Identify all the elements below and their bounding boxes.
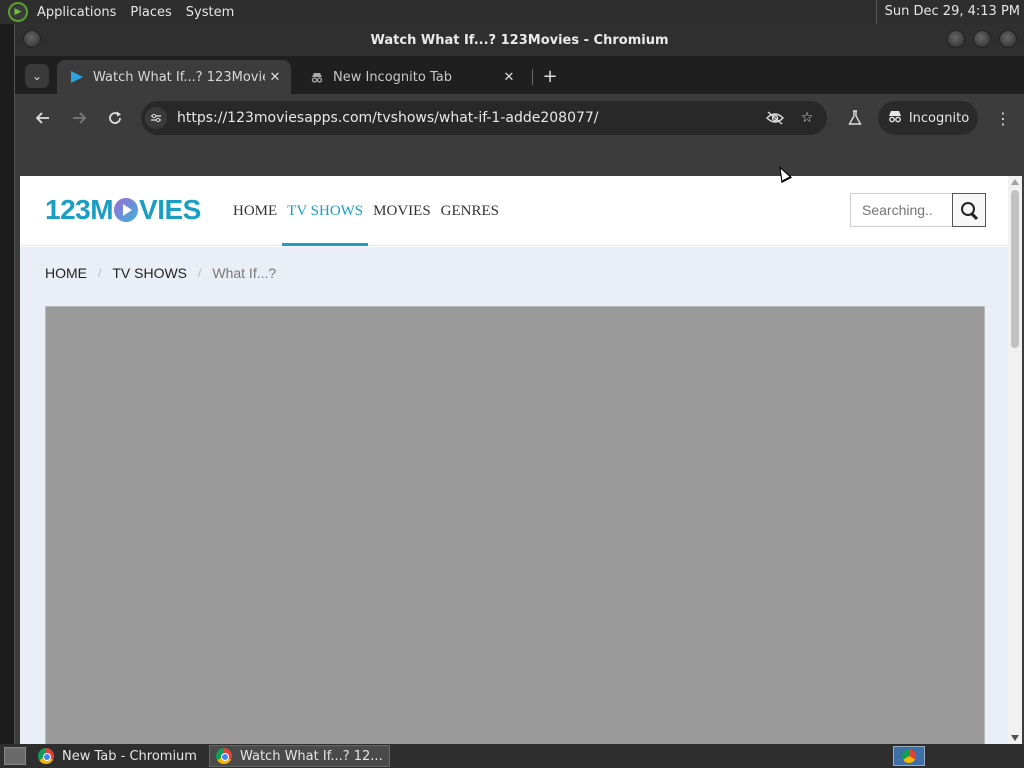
play-circle-icon: [114, 198, 139, 222]
tab-watch-what-if[interactable]: Watch What If...? 123Movies ✕: [57, 60, 291, 94]
tab-label: New Incognito Tab: [333, 69, 452, 85]
tray-chromium-icon[interactable]: [893, 746, 925, 766]
labs-flask-icon[interactable]: [843, 106, 867, 130]
site-header: 123M VIES HOME TV SHOWS MOVIES GENRES: [20, 176, 1008, 246]
reload-icon: [109, 111, 121, 124]
site-logo[interactable]: 123M VIES: [45, 192, 201, 228]
nav-home[interactable]: HOME: [228, 176, 282, 246]
nav-tv-shows[interactable]: TV SHOWS: [282, 176, 369, 246]
chevron-down-icon: ⌄: [31, 69, 43, 83]
site-info-icon[interactable]: [145, 107, 167, 129]
page-viewport: 123M VIES HOME TV SHOWS MOVIES GENRES HO…: [20, 176, 1022, 744]
back-arrow-icon: [35, 112, 49, 124]
new-tab-button[interactable]: +: [539, 65, 561, 87]
search-icon: [961, 202, 975, 216]
window-title: Watch What If...? 123Movies - Chromium: [370, 32, 669, 48]
toolbar-band: [15, 142, 1024, 176]
desktop-background: [0, 24, 14, 744]
tab-search-button[interactable]: ⌄: [25, 64, 49, 88]
chromium-icon: [902, 749, 916, 763]
show-desktop-button[interactable]: [4, 747, 26, 765]
breadcrumb-separator: /: [198, 266, 202, 280]
url-text[interactable]: https://123moviesapps.com/tvshows/what-i…: [177, 110, 763, 126]
taskbar-item-watch-what-if[interactable]: Watch What If...? 12...: [208, 745, 390, 767]
site-nav: HOME TV SHOWS MOVIES GENRES: [228, 176, 504, 246]
page-body: HOME / TV SHOWS / What If...?: [20, 247, 1008, 744]
brand-suffix: VIES: [139, 194, 201, 225]
scrollbar-thumb[interactable]: [1011, 190, 1019, 348]
incognito-icon: [309, 69, 325, 85]
taskbar-item-label: Watch What If...? 12...: [239, 748, 383, 764]
video-player[interactable]: [45, 306, 985, 744]
close-window-button[interactable]: [999, 30, 1017, 48]
nav-genres[interactable]: GENRES: [436, 176, 504, 246]
tab-new-incognito[interactable]: New Incognito Tab ✕: [297, 60, 525, 94]
search-button[interactable]: [952, 193, 986, 227]
window-titlebar[interactable]: Watch What If...? 123Movies - Chromium: [15, 24, 1024, 56]
browser-menu-button[interactable]: ⋮: [991, 106, 1015, 130]
bookmark-star-icon[interactable]: ☆: [795, 106, 819, 130]
forward-arrow-icon: [73, 112, 87, 124]
taskbar: New Tab - Chromium Watch What If...? 12.…: [0, 744, 1024, 768]
tab-separator: [532, 69, 533, 85]
site-search: [850, 193, 986, 227]
nav-movies[interactable]: MOVIES: [368, 176, 436, 246]
address-bar[interactable]: https://123moviesapps.com/tvshows/what-i…: [141, 101, 827, 135]
scroll-up-arrow-icon[interactable]: [1011, 179, 1019, 185]
chromium-icon: [215, 748, 232, 764]
maximize-button[interactable]: [973, 30, 991, 48]
top-panel: ▶ Applications Places System Sun Dec 29,…: [0, 0, 1024, 24]
plus-icon: +: [542, 65, 558, 87]
close-tab-icon[interactable]: ✕: [265, 67, 285, 87]
breadcrumb-current: What If...?: [212, 265, 277, 281]
taskbar-item-new-tab[interactable]: New Tab - Chromium: [32, 745, 203, 767]
forward-button[interactable]: [67, 106, 91, 130]
brand-prefix: 123M: [45, 194, 114, 225]
back-button[interactable]: [31, 106, 55, 130]
close-tab-icon[interactable]: ✕: [499, 67, 519, 87]
chromium-icon: [38, 748, 54, 764]
breadcrumb-separator: /: [98, 266, 102, 280]
play-triangle-icon: [69, 69, 85, 85]
page-scrollbar[interactable]: [1008, 176, 1022, 744]
clock[interactable]: Sun Dec 29, 4:13 PM: [875, 0, 1020, 24]
places-menu[interactable]: Places: [123, 5, 178, 20]
window-menu-button[interactable]: [23, 30, 41, 48]
browser-toolbar: https://123moviesapps.com/tvshows/what-i…: [15, 94, 1024, 142]
breadcrumb: HOME / TV SHOWS / What If...?: [45, 265, 276, 281]
browser-window: Watch What If...? 123Movies - Chromium ⌄…: [14, 24, 1024, 744]
applications-menu[interactable]: Applications: [30, 5, 123, 20]
scroll-down-arrow-icon[interactable]: [1011, 735, 1019, 741]
system-logo-icon[interactable]: ▶: [8, 2, 28, 22]
breadcrumb-tv-shows[interactable]: TV SHOWS: [112, 265, 187, 281]
system-menu[interactable]: System: [179, 5, 241, 20]
kebab-menu-icon: ⋮: [995, 108, 1011, 128]
search-input[interactable]: [850, 193, 952, 227]
breadcrumb-home[interactable]: HOME: [45, 265, 87, 281]
reload-button[interactable]: [103, 106, 127, 130]
taskbar-item-label: New Tab - Chromium: [62, 748, 197, 764]
incognito-indicator[interactable]: Incognito: [878, 101, 978, 135]
eye-off-icon[interactable]: [763, 106, 787, 130]
minimize-button[interactable]: [947, 30, 965, 48]
incognito-icon: [887, 109, 903, 127]
tab-label: Watch What If...? 123Movies: [93, 69, 265, 85]
tab-strip: ⌄ Watch What If...? 123Movies ✕ New Inco…: [15, 56, 1024, 94]
incognito-label: Incognito: [908, 110, 970, 126]
